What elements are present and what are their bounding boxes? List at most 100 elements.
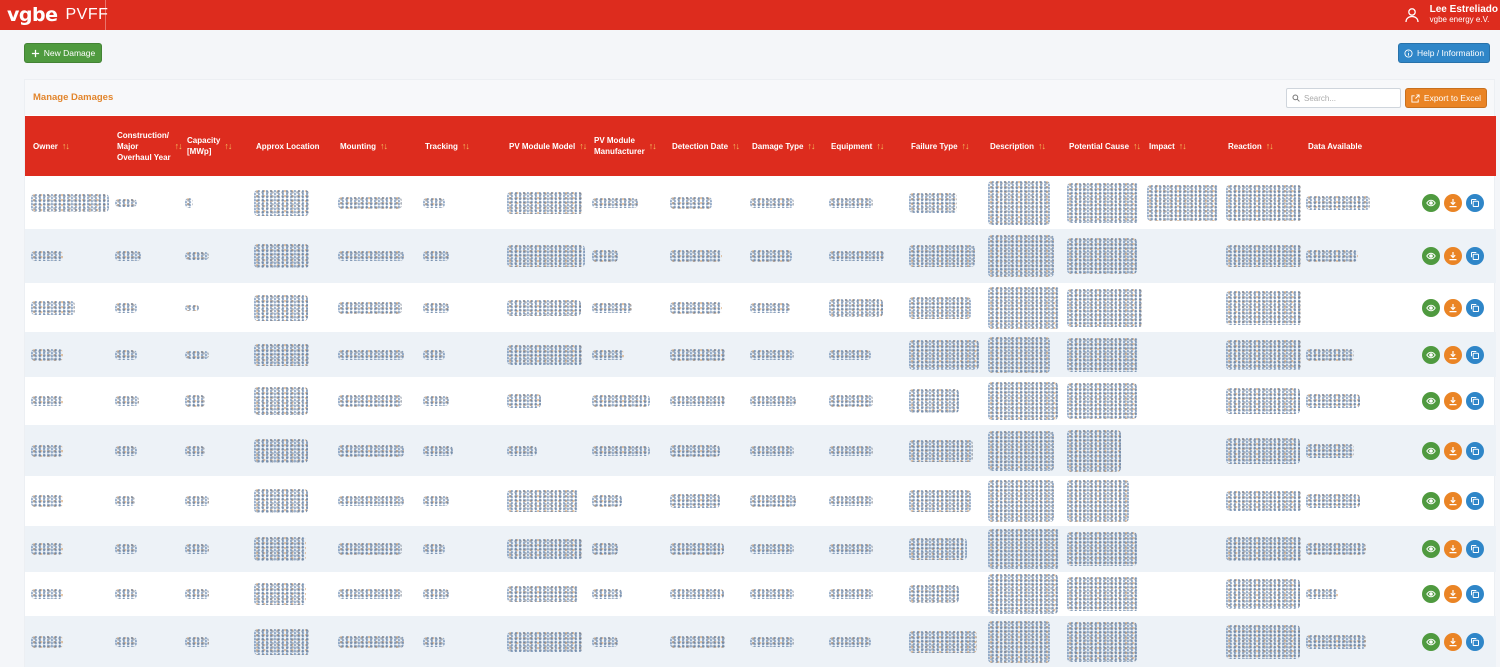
download-button[interactable] (1444, 585, 1462, 603)
column-header[interactable]: Construction/ Major Overhaul Year ↑↓ (117, 116, 185, 176)
view-button[interactable] (1422, 346, 1440, 364)
view-button[interactable] (1422, 194, 1440, 212)
sort-icon[interactable]: ↑↓ (649, 141, 657, 152)
redacted-cell (909, 631, 977, 653)
column-header[interactable]: Owner ↑↓ (33, 116, 111, 176)
sort-icon[interactable]: ↑↓ (1179, 141, 1187, 152)
sort-icon[interactable]: ↑↓ (175, 141, 183, 152)
view-button[interactable] (1422, 247, 1440, 265)
column-header[interactable]: Capacity [MWp] ↑↓ (187, 116, 253, 176)
redacted-cell (1067, 238, 1137, 274)
copy-button[interactable] (1466, 194, 1484, 212)
column-header-label: Construction/ Major Overhaul Year (117, 130, 171, 162)
redacted-cell (909, 340, 979, 370)
copy-button[interactable] (1466, 299, 1484, 317)
table-row[interactable] (25, 616, 1496, 667)
help-information-button[interactable]: Help / Information (1398, 43, 1490, 63)
view-button[interactable] (1422, 442, 1440, 460)
user-menu[interactable]: Lee Estreliado vgbe energy e.V. (1404, 0, 1500, 30)
manage-damages-panel: Manage Damages Export to Excel Owner↑↓Co… (24, 79, 1496, 667)
column-header[interactable]: PV Module Manufacturer ↑↓ (594, 116, 669, 176)
copy-button[interactable] (1466, 585, 1484, 603)
view-button[interactable] (1422, 585, 1440, 603)
redacted-cell (988, 431, 1054, 471)
redacted-cell (1067, 532, 1137, 566)
copy-button[interactable] (1466, 247, 1484, 265)
redacted-cell (750, 637, 794, 647)
redacted-cell (829, 299, 883, 317)
column-header[interactable]: Description ↑↓ (990, 116, 1066, 176)
table-row[interactable] (25, 377, 1496, 425)
download-icon (1449, 199, 1457, 208)
copy-button[interactable] (1466, 540, 1484, 558)
redacted-cell (829, 544, 873, 554)
sort-icon[interactable]: ↑↓ (62, 141, 70, 152)
redacted-cell (507, 446, 537, 456)
sort-icon[interactable]: ↑↓ (807, 141, 815, 152)
view-button[interactable] (1422, 540, 1440, 558)
sort-icon[interactable]: ↑↓ (1266, 141, 1274, 152)
redacted-cell (829, 446, 873, 456)
sort-icon[interactable]: ↑↓ (1133, 141, 1141, 152)
sort-icon[interactable]: ↑↓ (579, 141, 587, 152)
download-button[interactable] (1444, 247, 1462, 265)
column-header[interactable]: Damage Type ↑↓ (752, 116, 828, 176)
download-button[interactable] (1444, 442, 1462, 460)
redacted-cell (1306, 543, 1366, 555)
download-button[interactable] (1444, 392, 1462, 410)
download-button[interactable] (1444, 194, 1462, 212)
download-button[interactable] (1444, 492, 1462, 510)
redacted-cell (909, 440, 973, 462)
column-header[interactable]: Reaction ↑↓ (1228, 116, 1304, 176)
copy-icon (1471, 304, 1480, 313)
sort-icon[interactable]: ↑↓ (732, 141, 740, 152)
sort-icon[interactable]: ↑↓ (962, 141, 970, 152)
redacted-cell (338, 395, 402, 407)
copy-button[interactable] (1466, 492, 1484, 510)
view-button[interactable] (1422, 633, 1440, 651)
column-header[interactable]: PV Module Model ↑↓ (509, 116, 589, 176)
search-box[interactable] (1286, 88, 1401, 108)
column-header-label: Equipment (831, 141, 873, 151)
redacted-cell (1067, 383, 1137, 419)
view-button[interactable] (1422, 299, 1440, 317)
redacted-cell (31, 589, 63, 599)
panel-title: Manage Damages (33, 92, 114, 103)
copy-button[interactable] (1466, 392, 1484, 410)
copy-button[interactable] (1466, 633, 1484, 651)
column-header[interactable]: Detection Date ↑↓ (672, 116, 748, 176)
redacted-cell (507, 345, 583, 365)
table-row[interactable] (25, 476, 1496, 526)
view-button[interactable] (1422, 492, 1440, 510)
column-header[interactable]: Tracking ↑↓ (425, 116, 505, 176)
sort-icon[interactable]: ↑↓ (1038, 141, 1046, 152)
sort-icon[interactable]: ↑↓ (380, 141, 388, 152)
table-row[interactable] (25, 229, 1496, 283)
download-button[interactable] (1444, 633, 1462, 651)
column-header[interactable]: Mounting ↑↓ (340, 116, 420, 176)
sort-icon[interactable]: ↑↓ (876, 141, 884, 152)
sort-icon[interactable]: ↑↓ (462, 141, 470, 152)
redacted-cell (1067, 430, 1121, 472)
column-header[interactable]: Failure Type ↑↓ (911, 116, 987, 176)
table-row[interactable] (25, 572, 1496, 616)
table-row[interactable] (25, 332, 1496, 377)
brand[interactable]: vgbe PVFF (0, 0, 108, 30)
table-row[interactable] (25, 176, 1496, 229)
download-button[interactable] (1444, 540, 1462, 558)
copy-button[interactable] (1466, 346, 1484, 364)
table-row[interactable] (25, 283, 1496, 332)
sort-icon[interactable]: ↑↓ (224, 141, 232, 152)
column-header[interactable]: Impact ↑↓ (1149, 116, 1225, 176)
search-input[interactable] (1304, 93, 1394, 103)
new-damage-button[interactable]: New Damage (24, 43, 102, 63)
view-button[interactable] (1422, 392, 1440, 410)
copy-button[interactable] (1466, 442, 1484, 460)
export-to-excel-button[interactable]: Export to Excel (1405, 88, 1487, 108)
column-header[interactable]: Equipment ↑↓ (831, 116, 907, 176)
table-row[interactable] (25, 526, 1496, 572)
table-row[interactable] (25, 425, 1496, 476)
download-button[interactable] (1444, 346, 1462, 364)
download-button[interactable] (1444, 299, 1462, 317)
column-header[interactable]: Potential Cause ↑↓ (1069, 116, 1145, 176)
